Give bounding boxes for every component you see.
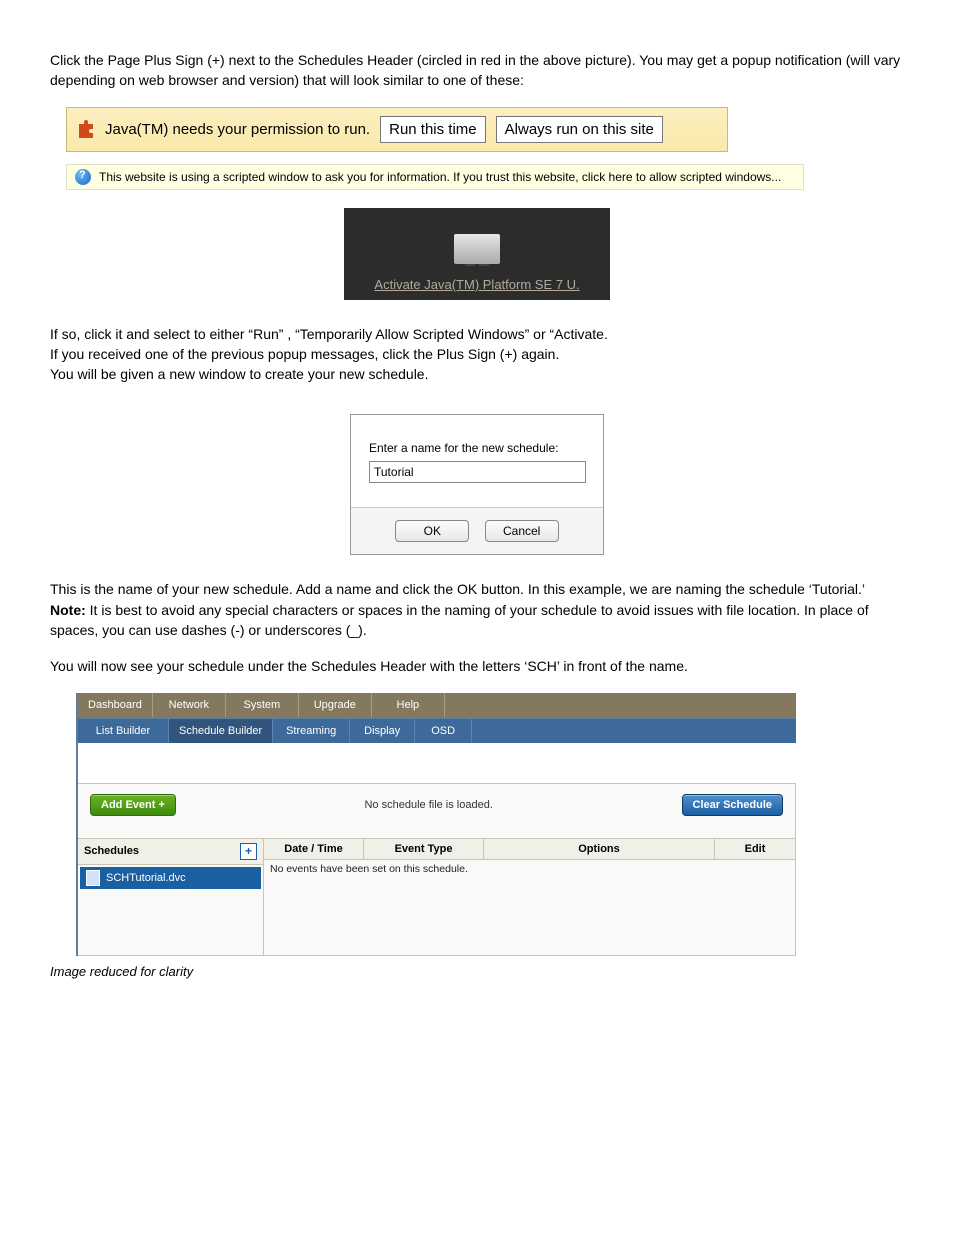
col-options: Options [484,839,715,859]
schedule-item-label: SCHTutorial.dvc [106,872,186,884]
schedule-builder-app: Dashboard Network System Upgrade Help Li… [76,693,796,956]
tab-list-builder[interactable]: List Builder [78,719,169,743]
clear-schedule-button[interactable]: Clear Schedule [682,794,783,816]
ie-bar-text: This website is using a scripted window … [99,170,781,184]
col-event-type: Event Type [364,839,484,859]
always-run-button[interactable]: Always run on this site [496,116,663,143]
no-events-text: No events have been set on this schedule… [264,860,795,878]
tab-dashboard[interactable]: Dashboard [78,693,153,717]
status-text: No schedule file is loaded. [196,799,662,811]
paragraph: If so, click it and select to either “Ru… [50,324,904,344]
col-edit: Edit [715,839,795,859]
add-event-button[interactable]: Add Event + [90,794,176,816]
add-schedule-button[interactable]: + [240,843,257,860]
ok-button[interactable]: OK [395,520,469,542]
activate-java-box[interactable]: Activate Java(TM) Platform SE 7 U. [344,208,610,300]
new-schedule-dialog: Enter a name for the new schedule: OK Ca… [350,414,604,555]
schedule-name-input[interactable] [369,461,586,483]
tab-system[interactable]: System [226,693,299,717]
puzzle-icon [77,120,95,138]
run-this-time-button[interactable]: Run this time [380,116,486,143]
primary-tabs: Dashboard Network System Upgrade Help [78,693,796,719]
tab-schedule-builder[interactable]: Schedule Builder [169,719,273,743]
paragraph: You will be given a new window to create… [50,364,904,384]
dialog-label: Enter a name for the new schedule: [369,441,585,455]
col-date-time: Date / Time [264,839,364,859]
paragraph: You will now see your schedule under the… [50,656,904,676]
image-caption: Image reduced for clarity [50,964,904,979]
paragraph: Click the Page Plus Sign (+) next to the… [50,50,904,91]
tab-upgrade[interactable]: Upgrade [299,693,372,717]
schedule-item[interactable]: SCHTutorial.dvc [80,867,261,889]
tab-display[interactable]: Display [350,719,415,743]
schedules-header: Schedules [84,845,139,857]
paragraph: This is the name of your new schedule. A… [50,579,904,640]
secondary-tabs: List Builder Schedule Builder Streaming … [78,719,796,743]
java-permission-bar: Java(TM) needs your permission to run. R… [66,107,728,152]
ie-info-bar[interactable]: This website is using a scripted window … [66,164,804,190]
tab-osd[interactable]: OSD [415,719,472,743]
file-icon [86,870,100,886]
paragraph: If you received one of the previous popu… [50,344,904,364]
tab-network[interactable]: Network [153,693,226,717]
info-icon [75,169,91,185]
java-bar-text: Java(TM) needs your permission to run. [105,121,370,138]
tab-help[interactable]: Help [372,693,445,717]
activate-link[interactable]: Activate Java(TM) Platform SE 7 U. [374,277,579,292]
cancel-button[interactable]: Cancel [485,520,559,542]
tab-streaming[interactable]: Streaming [273,719,350,743]
